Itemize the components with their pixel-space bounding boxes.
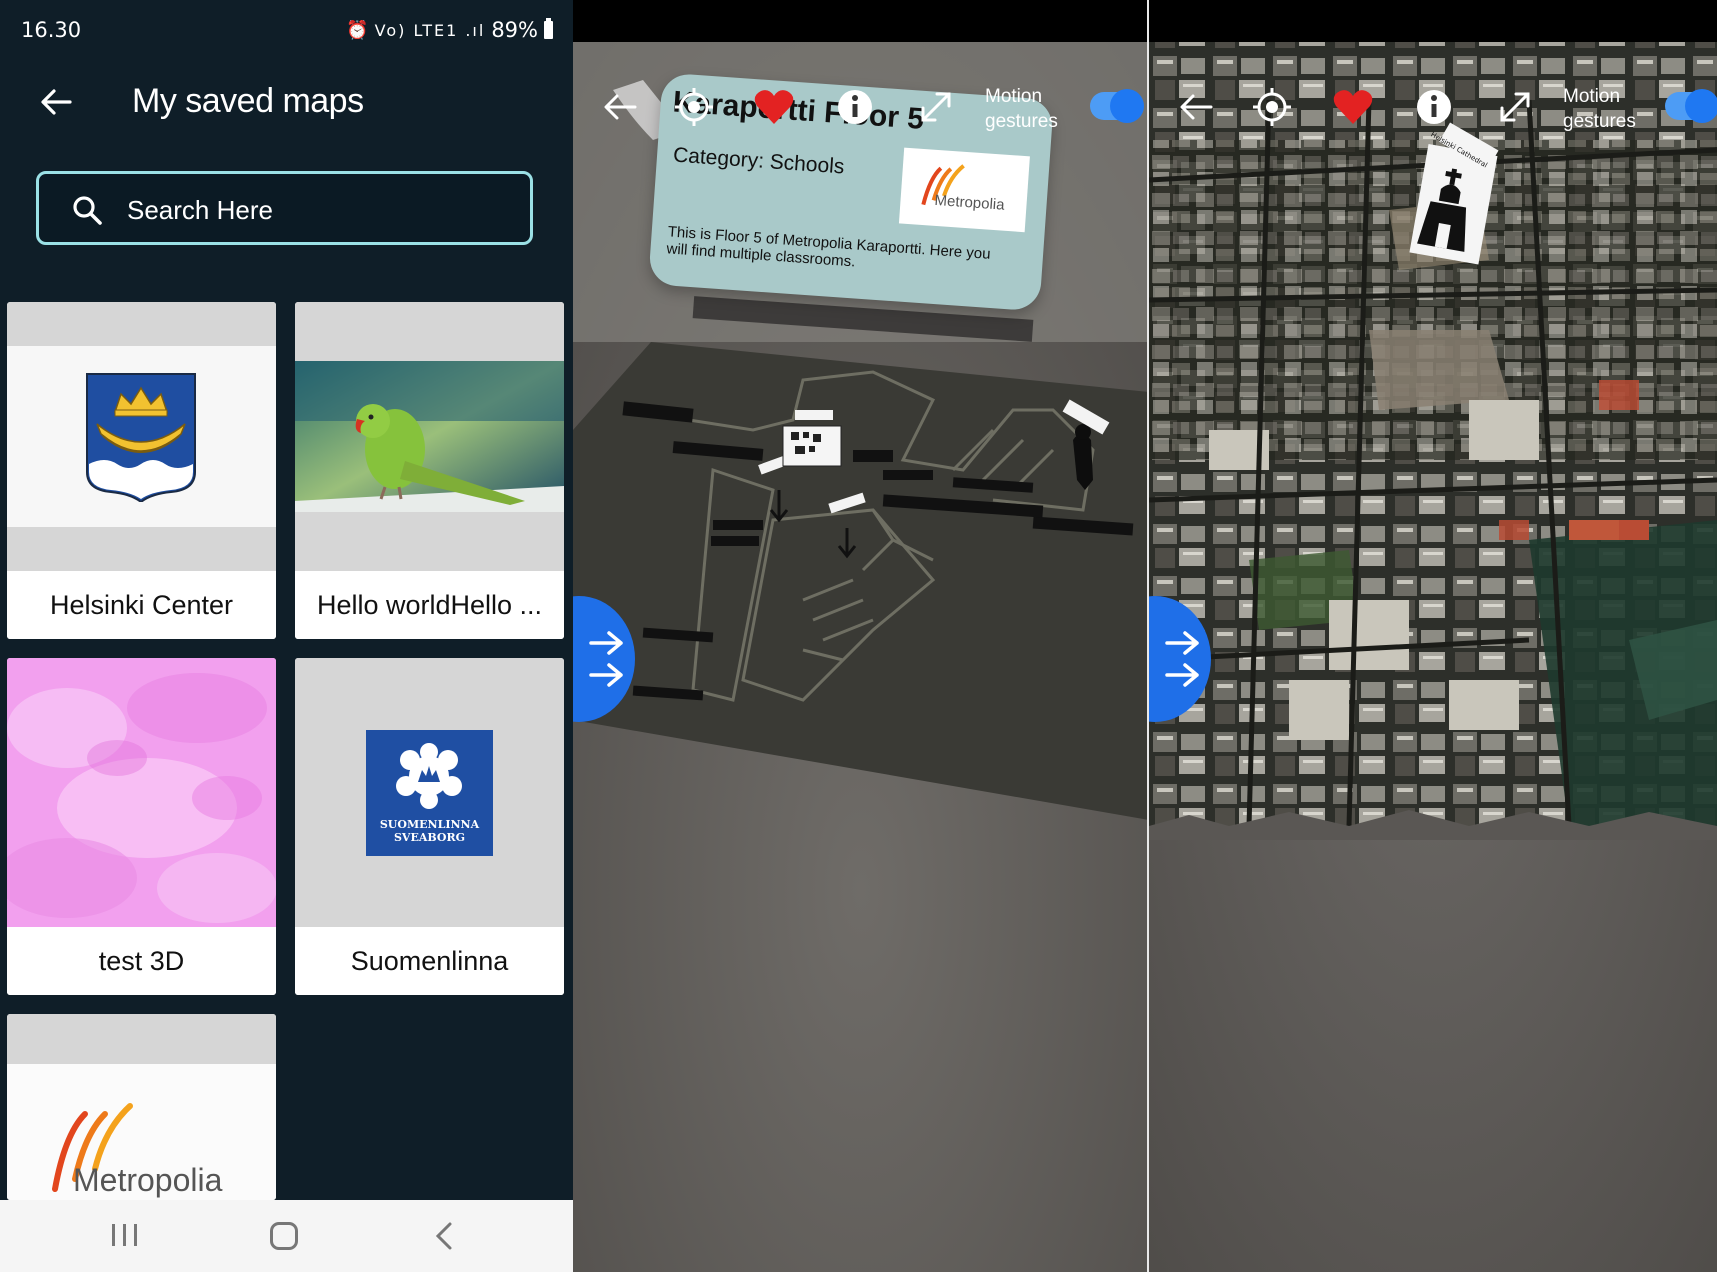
map-card[interactable]: test 3D xyxy=(7,658,276,995)
info-card-category: Category: Schools xyxy=(672,143,846,179)
motion-gestures-label: Motion gestures xyxy=(1563,86,1636,132)
parakeet-photo-icon xyxy=(295,361,564,512)
battery-icon xyxy=(544,18,553,39)
map-card[interactable]: Metropolia xyxy=(7,1014,276,1200)
ar-city-view: Helsinki Cathedral Motion gestures xyxy=(1149,0,1717,1272)
location-target-icon[interactable] xyxy=(1249,84,1295,130)
back-arrow-icon[interactable] xyxy=(36,82,76,122)
map-card-title: Suomenlinna xyxy=(295,927,564,995)
info-card-description: This is Floor 5 of Metropolia Karaportti… xyxy=(665,223,992,271)
motion-gestures-label: Motion gestures xyxy=(985,86,1058,132)
top-bar-bg xyxy=(1149,0,1717,42)
suomenlinna-logo-line2: SVEABORG xyxy=(393,831,466,844)
search-input[interactable]: Search Here xyxy=(36,171,533,245)
battery-percent: 89% xyxy=(491,18,538,42)
nav-back-icon[interactable] xyxy=(430,1220,460,1252)
motion-gestures-toggle[interactable] xyxy=(1090,89,1144,123)
map-card[interactable]: SUOMENLINNA SVEABORG Suomenlinna xyxy=(295,658,564,995)
city-3d-model xyxy=(1149,0,1717,1272)
recents-icon[interactable] xyxy=(110,1222,140,1248)
android-nav-bar xyxy=(0,1200,573,1272)
search-icon xyxy=(73,196,102,225)
suomenlinna-logo: SUOMENLINNA SVEABORG xyxy=(366,730,493,856)
app-bar: My saved maps xyxy=(0,58,573,153)
alarm-icon: ⏰ xyxy=(346,19,369,41)
helsinki-coat-of-arms-icon xyxy=(86,373,196,502)
fullscreen-expand-icon[interactable] xyxy=(913,84,959,130)
status-bar: 16.30 ⏰ Vo) LTE1 .ıl 89% xyxy=(0,0,573,58)
status-time: 16.30 xyxy=(21,18,82,42)
metropolia-logo-text: Metropolia xyxy=(73,1162,223,1198)
map-thumbnail: SUOMENLINNA SVEABORG xyxy=(295,658,564,927)
home-icon[interactable] xyxy=(270,1222,298,1250)
suomenlinna-emblem-icon xyxy=(396,743,462,809)
ar-floor-view: Karaportti Floor 5 Category: Schools Met… xyxy=(573,0,1149,1272)
info-icon[interactable] xyxy=(1411,84,1457,130)
suomenlinna-logo-line1: SUOMENLINNA xyxy=(379,818,480,831)
map-thumbnail xyxy=(295,302,564,571)
info-card-logo: Metropolia xyxy=(898,147,1030,233)
map-card-title: test 3D xyxy=(7,927,276,995)
map-card[interactable]: Helsinki Center xyxy=(7,302,276,639)
motion-gestures-toggle[interactable] xyxy=(1665,89,1717,123)
saved-maps-screen: 16.30 ⏰ Vo) LTE1 .ıl 89% My saved maps S… xyxy=(0,0,573,1272)
back-arrow-icon[interactable] xyxy=(1173,84,1219,130)
fullscreen-expand-icon[interactable] xyxy=(1492,84,1538,130)
info-card-logo-text: Metropolia xyxy=(934,191,1006,214)
signal-indicators: Vo) LTE1 .ıl xyxy=(374,20,486,40)
map-thumbnail: Metropolia xyxy=(7,1014,276,1200)
map-thumbnail xyxy=(7,302,276,571)
favorite-heart-icon[interactable] xyxy=(1330,84,1376,130)
back-arrow-icon[interactable] xyxy=(597,84,643,130)
info-icon[interactable] xyxy=(832,84,878,130)
map-thumbnail xyxy=(7,658,276,927)
top-bar-bg xyxy=(573,0,1149,42)
search-placeholder: Search Here xyxy=(127,195,273,225)
location-target-icon[interactable] xyxy=(671,84,717,130)
map-card-title: Hello worldHello ... xyxy=(295,571,564,639)
double-arrow-right-icon xyxy=(589,631,623,687)
map-card[interactable]: Hello worldHello ... xyxy=(295,302,564,639)
page-title: My saved maps xyxy=(132,82,364,120)
pink-texture-icon xyxy=(7,658,276,927)
double-arrow-right-icon xyxy=(1165,631,1199,687)
favorite-heart-icon[interactable] xyxy=(751,84,797,130)
map-card-title: Helsinki Center xyxy=(7,571,276,639)
